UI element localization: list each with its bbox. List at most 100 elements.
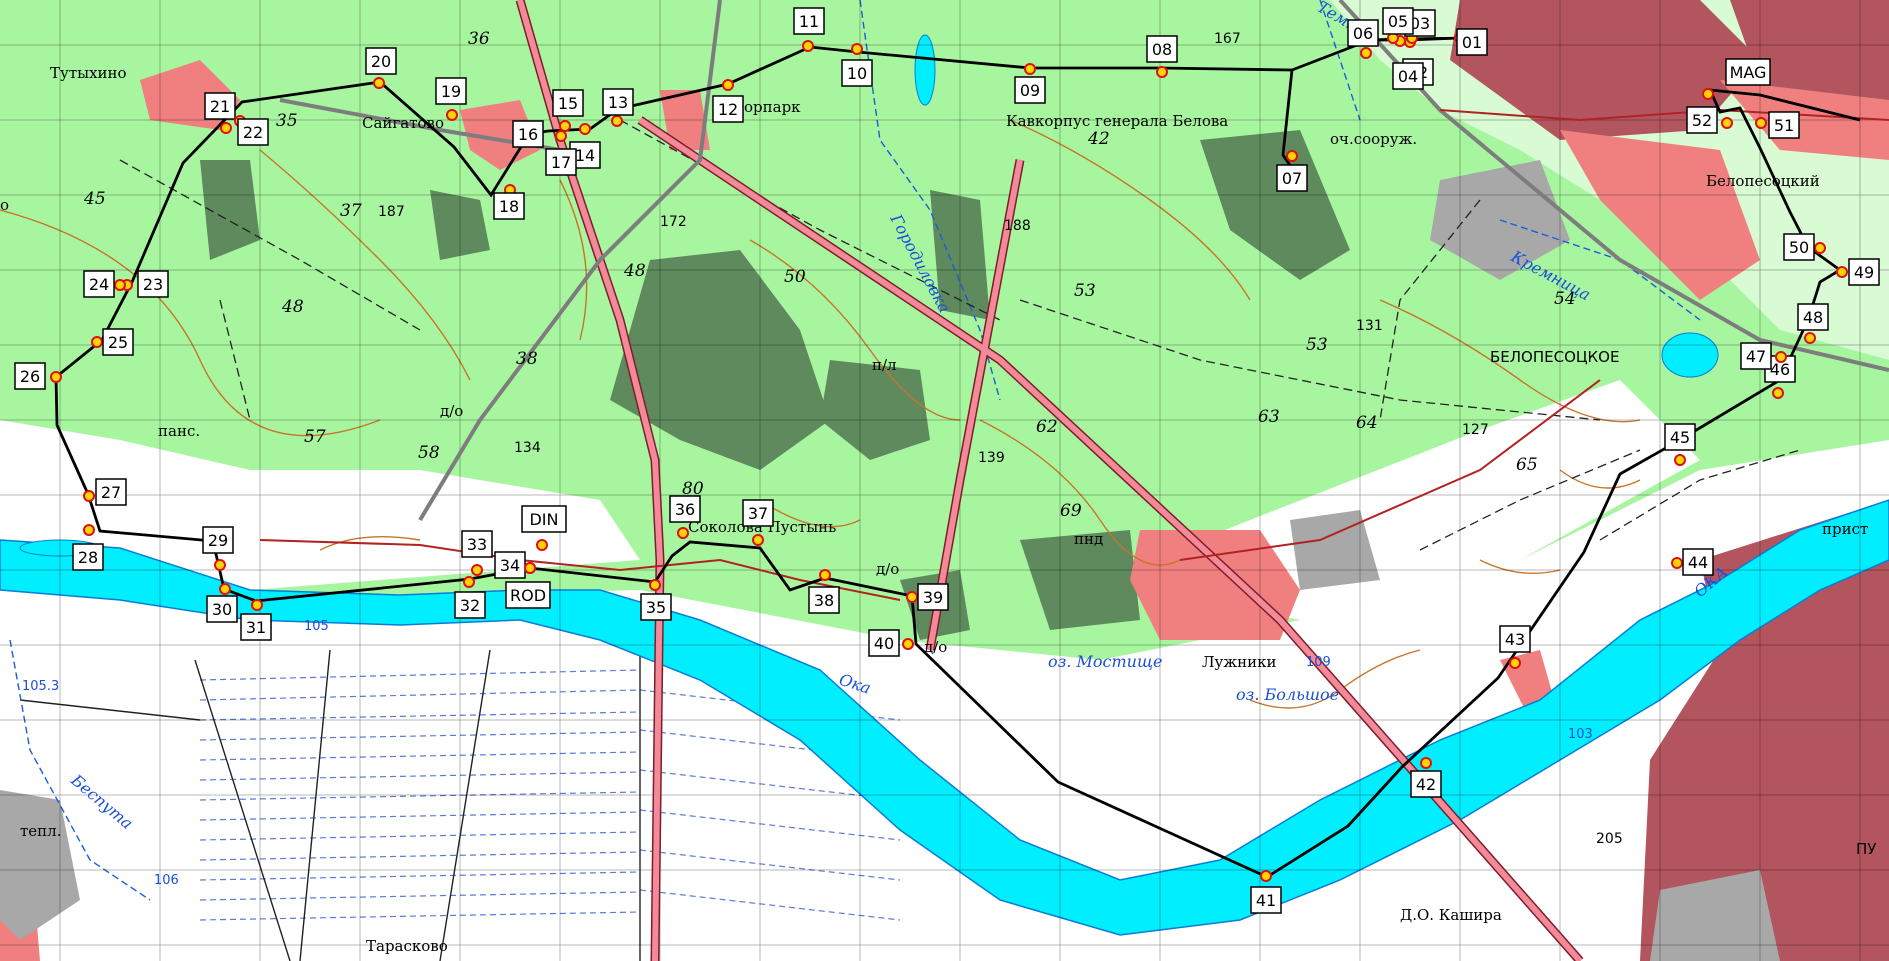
checkpoint-label: 31 [246,618,266,637]
checkpoint-28[interactable]: 28 [72,524,104,571]
checkpoint-29[interactable]: 29 [202,526,234,571]
checkpoint-marker [219,583,231,595]
checkpoint-marker [1420,757,1432,769]
checkpoint-24[interactable]: 24 [83,270,126,298]
checkpoint-marker [1702,88,1714,100]
checkpoint-26[interactable]: 26 [14,362,62,390]
checkpoint-22[interactable]: 22 [234,115,269,146]
checkpoint-label: 16 [518,125,538,144]
checkpoint-label: 13 [608,93,628,112]
checkpoint-06[interactable]: 06 [1347,19,1379,59]
checkpoint-label: 15 [558,94,578,113]
topographic-map[interactable]: Тутыхино Сайгатово орпарк Кавкорпус гене… [0,0,1889,961]
checkpoint-marker [91,336,103,348]
checkpoint-42[interactable]: 42 [1410,757,1442,798]
checkpoint-16[interactable]: 16 [512,120,544,148]
checkpoint-marker [1360,47,1372,59]
checkpoint-09[interactable]: 09 [1014,63,1046,104]
checkpoint-31[interactable]: 31 [240,599,272,641]
checkpoint-label: 24 [89,275,109,294]
checkpoint-41[interactable]: 41 [1250,870,1282,914]
checkpoint-marker [1775,351,1787,363]
checkpoint-marker [559,120,571,132]
checkpoint-label: 36 [675,500,695,519]
checkpoint-layer: 0102030405060708091011121314151617181920… [14,7,1880,914]
checkpoint-label: 38 [814,591,834,610]
checkpoint-45[interactable]: 45 [1664,423,1696,466]
checkpoint-marker [471,564,483,576]
checkpoint-marker [1772,387,1784,399]
checkpoint-15[interactable]: 15 [552,89,584,132]
checkpoint-11[interactable]: 11 [793,7,825,52]
checkpoint-marker [1804,332,1816,344]
checkpoint-label: 25 [108,333,128,352]
checkpoint-label: 10 [847,64,867,83]
checkpoint-19[interactable]: 19 [435,77,467,121]
checkpoint-marker [1024,63,1036,75]
checkpoint-label: 35 [646,598,666,617]
checkpoint-marker [83,524,95,536]
checkpoint-MAG[interactable]: MAG [1702,58,1771,100]
checkpoint-marker [1260,870,1272,882]
checkpoint-52[interactable]: 52 [1686,106,1733,134]
checkpoint-marker [50,371,62,383]
checkpoint-10[interactable]: 10 [841,43,873,87]
checkpoint-DIN[interactable]: DIN [521,505,567,551]
checkpoint-label: 22 [243,123,263,142]
checkpoint-label: 26 [20,367,40,386]
checkpoint-35[interactable]: 35 [640,579,672,621]
checkpoint-20[interactable]: 20 [365,47,397,89]
checkpoint-07[interactable]: 07 [1276,150,1308,192]
checkpoint-17[interactable]: 17 [545,130,577,176]
checkpoint-21[interactable]: 21 [204,92,236,134]
checkpoint-32[interactable]: 32 [454,576,486,619]
checkpoint-marker [851,43,863,55]
checkpoint-label: 21 [210,97,230,116]
checkpoint-label: ROD [510,586,546,605]
checkpoint-23[interactable]: 23 [121,270,169,298]
checkpoint-label: 30 [212,600,232,619]
checkpoint-30[interactable]: 30 [206,583,238,623]
checkpoint-marker [524,562,536,574]
checkpoint-marker [579,123,591,135]
checkpoint-36[interactable]: 36 [669,495,701,539]
checkpoint-label: 49 [1854,263,1874,282]
checkpoint-label: 39 [923,588,943,607]
checkpoint-label: 14 [575,146,595,165]
checkpoint-01[interactable]: 01 [1454,28,1488,56]
checkpoint-label: 32 [460,596,480,615]
checkpoint-48[interactable]: 48 [1797,303,1829,344]
checkpoint-label: 07 [1282,169,1302,188]
checkpoint-label: 48 [1803,308,1823,327]
checkpoint-44[interactable]: 44 [1671,548,1714,576]
checkpoint-label: 34 [500,556,520,575]
checkpoint-label: 06 [1353,24,1373,43]
checkpoint-49[interactable]: 49 [1836,258,1880,286]
checkpoint-43[interactable]: 43 [1499,625,1531,669]
checkpoint-51[interactable]: 51 [1755,111,1800,139]
checkpoint-marker [1671,557,1683,569]
checkpoint-39[interactable]: 39 [906,583,949,611]
checkpoint-label: 50 [1789,238,1809,257]
checkpoint-label: 12 [718,100,738,119]
checkpoint-33[interactable]: 33 [461,530,493,576]
checkpoint-08[interactable]: 08 [1146,35,1178,78]
checkpoint-marker [373,77,385,89]
checkpoint-marker [802,40,814,52]
checkpoint-marker [555,130,567,142]
checkpoint-12[interactable]: 12 [712,79,744,123]
checkpoint-label: 18 [499,197,519,216]
checkpoint-label: 20 [371,52,391,71]
checkpoint-50[interactable]: 50 [1783,233,1826,261]
checkpoint-marker [251,599,263,611]
checkpoint-13[interactable]: 13 [602,88,634,127]
checkpoint-marker [1509,657,1521,669]
checkpoint-40[interactable]: 40 [868,629,914,657]
checkpoint-38[interactable]: 38 [808,569,840,614]
checkpoint-18[interactable]: 18 [493,184,525,220]
checkpoint-37[interactable]: 37 [742,499,774,546]
checkpoint-27[interactable]: 27 [83,478,127,506]
checkpoint-25[interactable]: 25 [91,328,134,356]
checkpoint-label: 41 [1256,891,1276,910]
checkpoint-label: 09 [1020,81,1040,100]
